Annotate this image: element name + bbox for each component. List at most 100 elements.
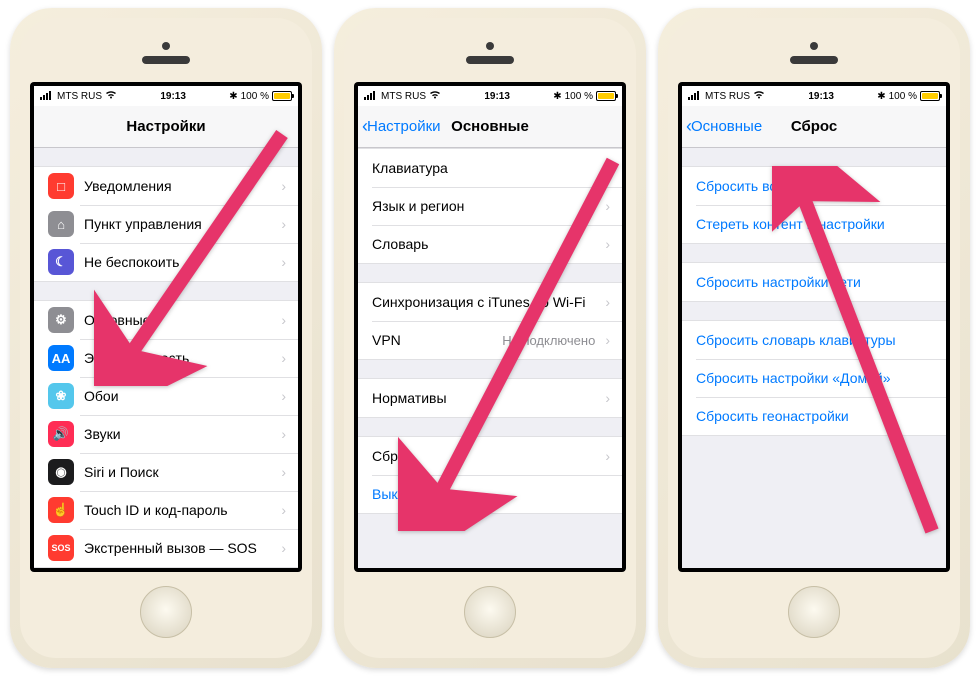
home-button[interactable] — [788, 586, 840, 638]
list-row[interactable]: Сбросить геонастройки — [682, 397, 946, 435]
list-row[interactable]: Сбросить настройки «Домой» — [682, 359, 946, 397]
chevron-right-icon: › — [281, 350, 286, 366]
chevron-right-icon: › — [281, 464, 286, 480]
signal-icon — [364, 90, 378, 103]
general-list: Клавиатура›Язык и регион›Словарь›Синхрон… — [358, 148, 622, 514]
list-group: Сбросить словарь клавиатуры Сбросить наст… — [682, 320, 946, 436]
chevron-right-icon: › — [281, 254, 286, 270]
row-label: Сброс — [372, 448, 595, 464]
list-row[interactable]: ❀ Обои › — [34, 377, 298, 415]
chevron-right-icon: › — [605, 332, 610, 348]
list-group: ⚙Основные›AAЭкран и яркость›❀Обои›🔊Звуки… — [34, 300, 298, 568]
home-button[interactable] — [140, 586, 192, 638]
back-button[interactable]: ‹ Основные — [682, 116, 762, 137]
row-label: Уведомления — [84, 178, 271, 194]
row-label: Синхронизация с iTunes по Wi-Fi — [372, 294, 595, 310]
chevron-right-icon: › — [281, 540, 286, 556]
list-row[interactable]: Клавиатура› — [358, 149, 622, 187]
row-label: Нормативы — [372, 390, 595, 406]
app-icon: ❀ — [48, 383, 74, 409]
chevron-right-icon: › — [281, 502, 286, 518]
list-row[interactable]: ☝ Touch ID и код-пароль › — [34, 491, 298, 529]
list-group: Нормативы› — [358, 378, 622, 418]
list-row[interactable]: □Уведомления› — [34, 167, 298, 205]
list-row[interactable]: 🔊Звуки› — [34, 415, 298, 453]
list-row[interactable]: ⌂Пункт управления› — [34, 205, 298, 243]
chevron-right-icon: › — [605, 294, 610, 310]
app-icon: ☾ — [48, 249, 74, 275]
back-button[interactable]: ‹ Настройки — [358, 116, 441, 137]
status-bar: MTS RUS 19:13 ✱ 100 % — [358, 86, 622, 106]
list-row[interactable]: Язык и регион › — [358, 187, 622, 225]
list-group: Синхронизация с iTunes по Wi-Fi › VPN Не по… — [358, 282, 622, 360]
list-row[interactable]: SOS Экстренный вызов — SOS › — [34, 529, 298, 567]
row-label: Звуки — [84, 426, 271, 442]
row-label: Siri и Поиск — [84, 464, 271, 480]
signal-icon — [688, 90, 702, 103]
back-label: Настройки — [367, 118, 441, 135]
screen-settings: MTS RUS 19:13 ✱ 100 % Нас — [34, 86, 298, 568]
row-label: Сбросить настройки сети — [696, 274, 934, 290]
carrier-label: MTS RUS — [705, 91, 750, 102]
chevron-right-icon: › — [605, 198, 610, 214]
list-row[interactable]: Нормативы› — [358, 379, 622, 417]
list-row[interactable]: Сбросить словарь клавиатуры — [682, 321, 946, 359]
bluetooth-icon: ✱ — [553, 91, 561, 102]
carrier-label: MTS RUS — [381, 91, 426, 102]
list-row[interactable]: ⚙Основные› — [34, 301, 298, 339]
list-row[interactable]: Синхронизация с iTunes по Wi-Fi › — [358, 283, 622, 321]
row-label: Экстренный вызов — SOS — [84, 540, 271, 556]
battery-percent: 100 % — [565, 91, 593, 102]
list-row[interactable]: Стереть контент и настройки — [682, 205, 946, 243]
row-label: Сбросить словарь клавиатуры — [696, 332, 934, 348]
battery-icon — [272, 91, 292, 101]
settings-list: □Уведомления›⌂Пункт управления›☾Не беспо… — [34, 166, 298, 568]
app-icon: ◉ — [48, 459, 74, 485]
phone-1: MTS RUS 19:13 ✱ 100 % Нас — [10, 8, 322, 668]
chevron-right-icon: › — [281, 388, 286, 404]
battery-percent: 100 % — [241, 91, 269, 102]
list-row[interactable]: Выключить — [358, 475, 622, 513]
row-label: Сбросить геонастройки — [696, 408, 934, 424]
home-button[interactable] — [464, 586, 516, 638]
chevron-right-icon: › — [281, 216, 286, 232]
back-label: Основные — [691, 118, 762, 135]
list-row[interactable]: Сбросить настройки сети — [682, 263, 946, 301]
row-detail: Не подключено — [502, 333, 595, 348]
row-label: Не беспокоить — [84, 254, 271, 270]
phone-3: MTS RUS 19:13 ✱ 100 % — [658, 8, 970, 668]
app-icon: ☝ — [48, 497, 74, 523]
chevron-right-icon: › — [281, 426, 286, 442]
row-label: Язык и регион — [372, 198, 595, 214]
chevron-right-icon: › — [605, 448, 610, 464]
wifi-icon — [429, 90, 441, 102]
app-icon: □ — [48, 173, 74, 199]
chevron-right-icon: › — [605, 236, 610, 252]
row-label: Выключить — [372, 486, 610, 502]
row-label: VPN — [372, 332, 492, 348]
clock: 19:13 — [484, 91, 510, 102]
list-group: Клавиатура› Язык и регион › Словарь › — [358, 148, 622, 264]
status-bar: MTS RUS 19:13 ✱ 100 % — [682, 86, 946, 106]
row-label: Стереть контент и настройки — [696, 216, 934, 232]
battery-icon — [920, 91, 940, 101]
chevron-right-icon: › — [605, 160, 610, 176]
row-label: Touch ID и код-пароль — [84, 502, 271, 518]
screen-reset: MTS RUS 19:13 ✱ 100 % — [682, 86, 946, 568]
list-row[interactable]: VPN Не подключено › — [358, 321, 622, 359]
row-label: Словарь — [372, 236, 595, 252]
list-row[interactable]: Словарь › — [358, 225, 622, 263]
list-row[interactable]: Сброс › — [358, 437, 622, 475]
row-label: Обои — [84, 388, 271, 404]
bluetooth-icon: ✱ — [229, 91, 237, 102]
list-row[interactable]: AAЭкран и яркость› — [34, 339, 298, 377]
list-group: Сброс › Выключить — [358, 436, 622, 514]
list-row[interactable]: ☾ Не беспокоить › — [34, 243, 298, 281]
app-icon: SOS — [48, 535, 74, 561]
app-icon: ⌂ — [48, 211, 74, 237]
list-row[interactable]: Сбросить все настройки — [682, 167, 946, 205]
list-row[interactable]: ◉ Siri и Поиск › — [34, 453, 298, 491]
signal-icon — [40, 90, 54, 103]
nav-bar: ‹ Настройки Основные — [358, 106, 622, 148]
row-label: Экран и яркость — [84, 350, 271, 366]
